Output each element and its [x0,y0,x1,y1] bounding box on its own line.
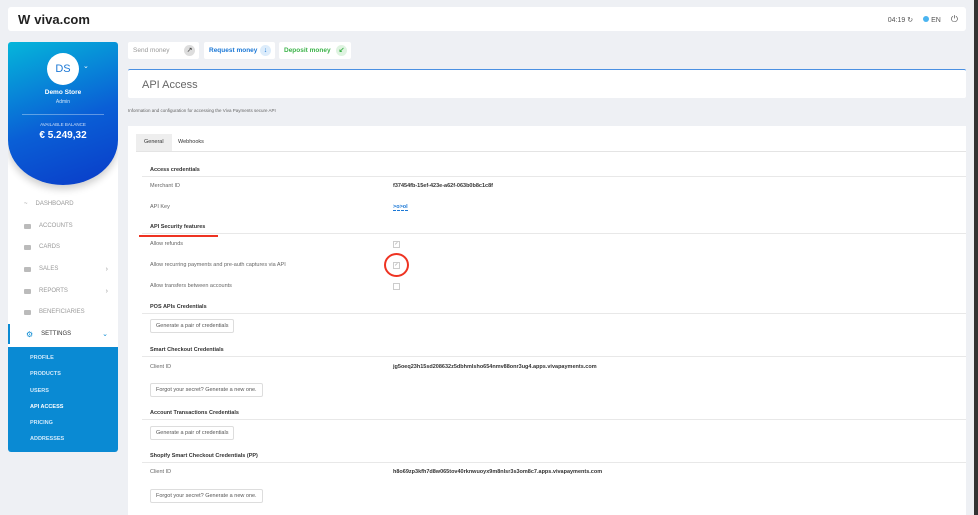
arrow-up-right-icon: ↗ [184,45,195,56]
refresh-icon[interactable]: ↻ [907,17,913,24]
submenu-pricing[interactable]: PRICING [30,420,53,426]
sidebar-item-settings[interactable]: ⚙ SETTINGS ⌄ [8,324,118,344]
merchant-id-value: f37454fb-15ef-423e-a62f-063b0b8c1c8f [393,183,493,189]
api-key-label: API Key [150,204,170,210]
allow-refunds-label: Allow refunds [150,241,184,247]
sidebar: DS ⌄ Demo Store Admin AVAILABLE BALANCE … [8,42,118,452]
briefcase-icon [24,309,31,315]
submenu-products[interactable]: PRODUCTS [30,371,61,377]
page-description: Information and configuration for access… [128,108,276,113]
generate-pos-credentials-button[interactable]: Generate a pair of credentials [150,319,235,333]
submenu-addresses[interactable]: ADDRESSES [30,436,64,442]
smart-regenerate-secret-button[interactable]: Forgot your secret? Generate a new one. [150,383,263,397]
api-key-link[interactable]: >o>ol [393,204,408,211]
submenu-api-access[interactable]: API ACCESS [30,404,63,410]
deposit-money-button[interactable]: Deposit money ↙ [279,42,351,59]
avatar[interactable]: DS [47,53,79,85]
annotation-circle [384,253,409,277]
shopify-client-id-value: h8o69zp3kfh7d8w065tov40rknwuoyx9m8nlsr3s… [393,469,603,475]
gear-icon: ⚙ [26,329,34,339]
card-icon [24,244,31,250]
chevron-right-icon: › [105,265,108,273]
access-credentials-heading: Access credentials [150,167,200,173]
power-icon[interactable]: ⏻ [951,14,958,25]
viva-logo[interactable]: Wviva.com [18,12,90,27]
allow-refunds-checkbox[interactable]: ✓ [393,241,400,248]
request-money-button[interactable]: Request money ↓ [204,42,275,59]
smart-client-id-value: jg5oeq23h15sd208632z5dbhmlsho654nmv88onr… [393,364,597,370]
arrow-down-icon: ↓ [260,45,271,56]
smart-checkout-heading: Smart Checkout Credentials [150,347,224,353]
session-timer: 04:19 ↻ [887,16,914,24]
api-access-panel: General Webhooks Access credentials Merc… [128,126,966,515]
balance-amount: € 5.249,32 [39,130,87,141]
sidebar-item-cards[interactable]: CARDS [8,237,118,257]
language-selector[interactable]: EN [923,15,941,24]
chart-icon [24,288,31,294]
shopify-heading: Shopify Smart Checkout Credentials (PP) [150,453,258,459]
merchant-id-label: Merchant ID [150,183,180,189]
chevron-down-icon[interactable]: ⌄ [83,62,89,70]
chevron-down-icon: ⌄ [102,331,108,338]
settings-submenu: PROFILE PRODUCTS USERS API ACCESS PRICIN… [8,347,118,452]
send-money-button[interactable]: Send money ↗ [128,42,199,59]
top-bar: Wviva.com 04:19 ↻ EN ⏻ [8,7,966,31]
submenu-users[interactable]: USERS [30,388,49,394]
coins-icon [24,266,31,272]
tab-general[interactable]: General [136,134,172,151]
api-security-heading: API Security features [150,224,206,230]
account-transactions-heading: Account Transactions Credentials [150,410,239,416]
sidebar-item-accounts[interactable]: ACCOUNTS [8,216,118,236]
sidebar-item-beneficiaries[interactable]: BENEFICIARIES [8,302,118,322]
tab-webhooks[interactable]: Webhooks [170,134,212,151]
sidebar-item-sales[interactable]: SALES › [8,259,118,279]
sidebar-item-reports[interactable]: REPORTS › [8,281,118,301]
arrow-down-left-icon: ↙ [336,45,347,56]
chevron-right-icon: › [105,287,108,295]
generate-account-credentials-button[interactable]: Generate a pair of credentials [150,426,235,440]
store-name: Demo Store [44,89,82,96]
allow-transfers-checkbox[interactable] [393,283,400,290]
sidebar-item-dashboard[interactable]: ~ DASHBOARD [8,194,118,214]
pulse-icon: ~ [24,201,28,207]
window-edge [974,0,978,515]
account-card: DS ⌄ Demo Store Admin AVAILABLE BALANCE … [8,42,118,185]
pos-credentials-heading: POS APIs Credentials [150,304,207,310]
balance-label: AVAILABLE BALANCE [40,122,86,127]
accounts-icon [24,223,31,229]
submenu-profile[interactable]: PROFILE [30,355,54,361]
allow-recurring-label: Allow recurring payments and pre-auth ca… [150,262,286,268]
annotation-underline [139,235,218,237]
shopify-regenerate-secret-button[interactable]: Forgot your secret? Generate a new one. [150,489,263,503]
smart-client-id-label: Client ID [150,364,172,370]
user-role: Admin [55,99,71,105]
globe-icon [923,15,930,22]
shopify-client-id-label: Client ID [150,469,172,475]
page-title: API Access [128,69,966,98]
allow-transfers-label: Allow transfers between accounts [150,283,232,289]
logo-icon: W [18,12,31,27]
